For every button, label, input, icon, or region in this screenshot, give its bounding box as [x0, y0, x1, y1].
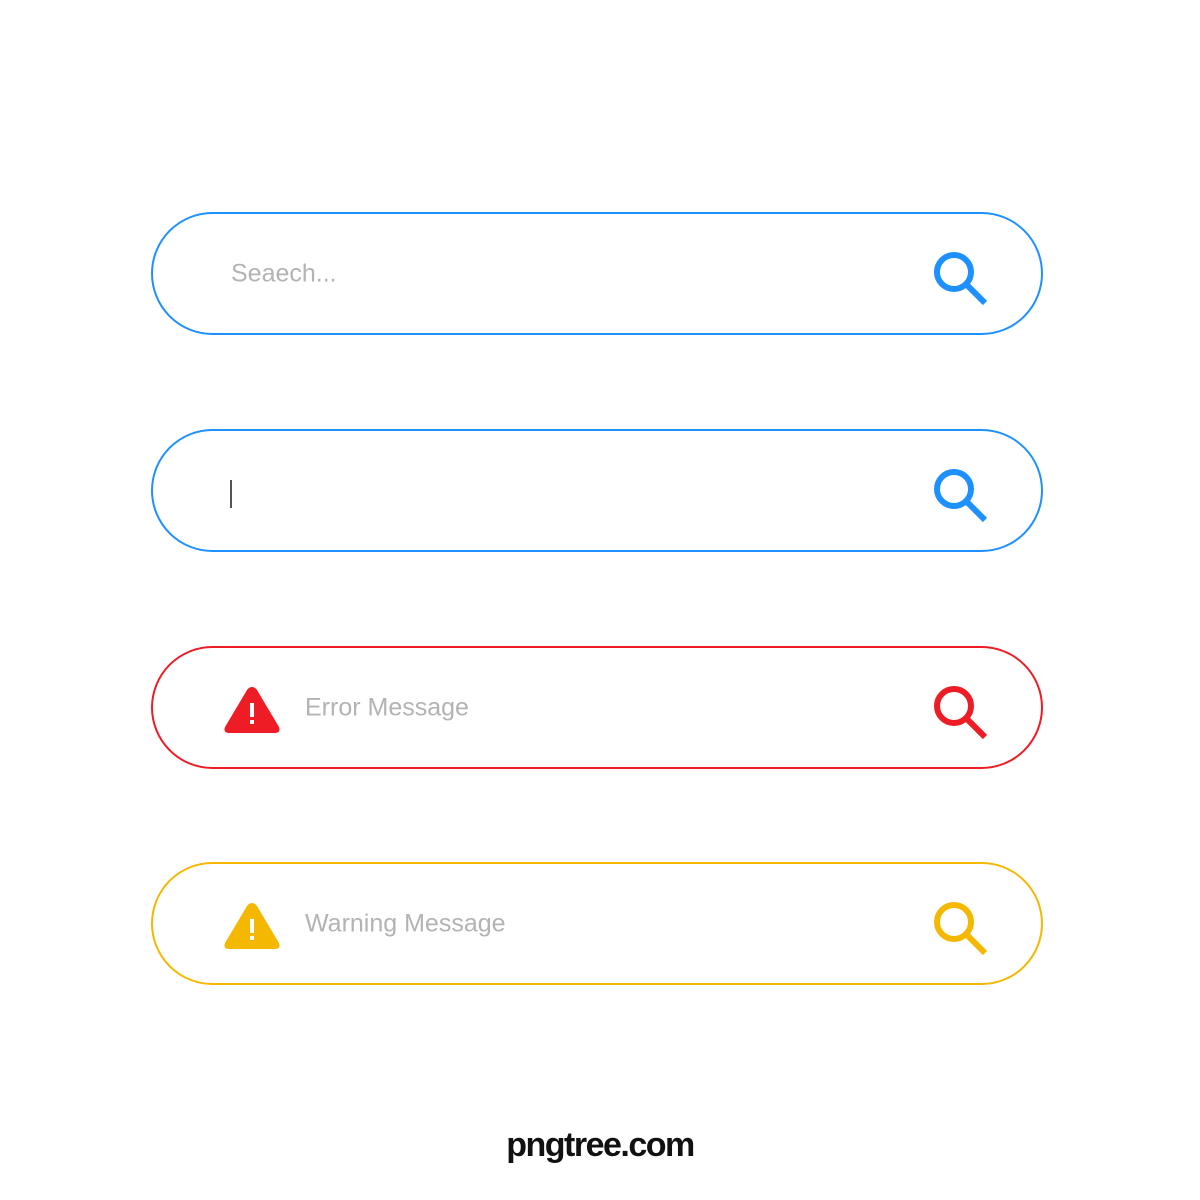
watermark-logo: pngtree.com — [506, 1126, 695, 1164]
search-button[interactable] — [931, 467, 993, 529]
warning-message: Warning Message — [305, 909, 506, 937]
search-icon — [934, 469, 988, 523]
search-icon — [934, 252, 988, 306]
search-button[interactable] — [931, 250, 993, 312]
search-icon — [934, 686, 988, 740]
warning-triangle-icon — [222, 899, 282, 953]
search-icon — [934, 902, 988, 956]
text-caret — [230, 480, 232, 508]
search-bar-focused[interactable] — [151, 429, 1043, 552]
search-bar-default[interactable]: Seaech... — [151, 212, 1043, 335]
search-button[interactable] — [931, 684, 993, 746]
search-bar-states-canvas: Seaech... Error Message Warning Message … — [0, 0, 1200, 1200]
search-bar-warning[interactable]: Warning Message — [151, 862, 1043, 985]
error-message: Error Message — [305, 693, 469, 721]
search-bar-error[interactable]: Error Message — [151, 646, 1043, 769]
warning-triangle-icon — [222, 683, 282, 737]
search-placeholder: Seaech... — [231, 259, 337, 287]
search-button[interactable] — [931, 900, 993, 962]
